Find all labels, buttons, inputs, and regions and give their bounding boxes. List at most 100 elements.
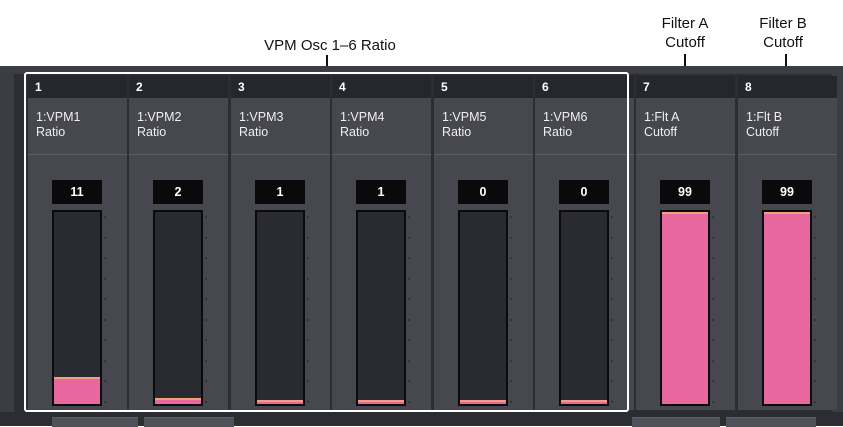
parameter-name-line1: 1:Flt B — [746, 110, 783, 124]
parameter-slider[interactable] — [356, 210, 406, 406]
filter-a-callout-line2: Cutoff — [665, 34, 705, 51]
column-number: 2 — [129, 76, 228, 98]
tick-mark — [814, 216, 816, 218]
column-divider — [332, 154, 431, 155]
parameter-value[interactable]: 0 — [559, 180, 609, 204]
slider-ticks — [307, 216, 310, 404]
filter-b-callout: Filter B Cutoff — [738, 14, 828, 52]
tick-mark — [510, 380, 512, 382]
parameter-name: 1:Flt B Cutoff — [746, 110, 834, 140]
parameter-slider[interactable] — [458, 210, 508, 406]
tick-mark — [814, 237, 816, 239]
tick-mark — [611, 339, 613, 341]
tick-mark — [205, 380, 207, 382]
column-number: 7 — [636, 76, 735, 98]
column-divider — [535, 154, 634, 155]
tick-mark — [104, 339, 106, 341]
parameter-value[interactable]: 99 — [762, 180, 812, 204]
slider-fill — [257, 400, 303, 404]
parameter-name-line1: 1:VPM6 — [543, 110, 588, 124]
slider-fill — [764, 212, 810, 404]
tick-mark — [205, 278, 207, 280]
parameter-value[interactable]: 0 — [458, 180, 508, 204]
tick-mark — [611, 319, 613, 321]
vpm-ratio-callout: VPM Osc 1–6 Ratio — [210, 36, 450, 55]
parameter-slider[interactable] — [255, 210, 305, 406]
tick-mark — [510, 298, 512, 300]
tick-mark — [307, 360, 309, 362]
tick-mark — [205, 216, 207, 218]
slider-fill — [460, 400, 506, 404]
parameter-name: 1:VPM6 Ratio — [543, 110, 631, 140]
tick-mark — [408, 237, 410, 239]
parameter-name: 1:VPM2 Ratio — [137, 110, 225, 140]
tick-mark — [307, 257, 309, 259]
parameter-value[interactable]: 99 — [660, 180, 710, 204]
tick-mark — [104, 401, 106, 403]
parameter-name-line2: Cutoff — [644, 125, 678, 139]
tick-mark — [408, 216, 410, 218]
tick-mark — [611, 298, 613, 300]
column-number: 4 — [332, 76, 431, 98]
tick-mark — [307, 237, 309, 239]
tick-mark — [814, 298, 816, 300]
parameter-column: 8 1:Flt B Cutoff 99 — [738, 76, 837, 410]
slider-fill — [155, 398, 201, 404]
parameter-column: 7 1:Flt A Cutoff 99 — [636, 76, 735, 410]
tick-mark — [712, 380, 714, 382]
tick-mark — [205, 298, 207, 300]
tick-mark — [611, 401, 613, 403]
parameter-name-line1: 1:Flt A — [644, 110, 680, 124]
tick-mark — [205, 339, 207, 341]
tick-mark — [611, 278, 613, 280]
tick-mark — [712, 298, 714, 300]
parameter-column: 5 1:VPM5 Ratio 0 — [434, 76, 533, 410]
tick-mark — [104, 360, 106, 362]
tick-mark — [510, 237, 512, 239]
tick-mark — [104, 298, 106, 300]
parameter-name-line2: Ratio — [36, 125, 66, 139]
parameter-value[interactable]: 1 — [356, 180, 406, 204]
tick-mark — [307, 319, 309, 321]
tick-mark — [814, 257, 816, 259]
tick-mark — [712, 237, 714, 239]
tick-mark — [408, 319, 410, 321]
tick-mark — [510, 339, 512, 341]
tick-mark — [408, 278, 410, 280]
parameter-value[interactable]: 11 — [52, 180, 102, 204]
tick-mark — [205, 401, 207, 403]
tick-mark — [510, 257, 512, 259]
tick-mark — [104, 278, 106, 280]
slider-ticks — [712, 216, 715, 404]
tick-mark — [408, 298, 410, 300]
parameter-value[interactable]: 2 — [153, 180, 203, 204]
column-number: 5 — [434, 76, 533, 98]
tick-mark — [104, 237, 106, 239]
tick-mark — [205, 237, 207, 239]
tick-mark — [408, 401, 410, 403]
parameter-name-line2: Ratio — [543, 125, 573, 139]
parameter-column: 1 1:VPM1 Ratio 11 — [28, 76, 127, 410]
parameter-slider[interactable] — [660, 210, 710, 406]
tick-mark — [814, 278, 816, 280]
tick-mark — [408, 360, 410, 362]
tick-mark — [307, 380, 309, 382]
tick-mark — [611, 216, 613, 218]
parameter-slider[interactable] — [52, 210, 102, 406]
parameter-column: 4 1:VPM4 Ratio 1 — [332, 76, 431, 410]
tick-mark — [205, 360, 207, 362]
filter-a-callout: Filter A Cutoff — [640, 14, 730, 52]
tick-mark — [510, 216, 512, 218]
parameter-name: 1:VPM5 Ratio — [442, 110, 530, 140]
parameter-slider[interactable] — [559, 210, 609, 406]
tick-mark — [611, 257, 613, 259]
column-divider — [738, 154, 837, 155]
tick-mark — [712, 401, 714, 403]
tick-mark — [510, 360, 512, 362]
filter-b-callout-line2: Cutoff — [763, 34, 803, 51]
column-divider — [129, 154, 228, 155]
parameter-slider[interactable] — [762, 210, 812, 406]
tick-mark — [814, 360, 816, 362]
parameter-value[interactable]: 1 — [255, 180, 305, 204]
parameter-slider[interactable] — [153, 210, 203, 406]
